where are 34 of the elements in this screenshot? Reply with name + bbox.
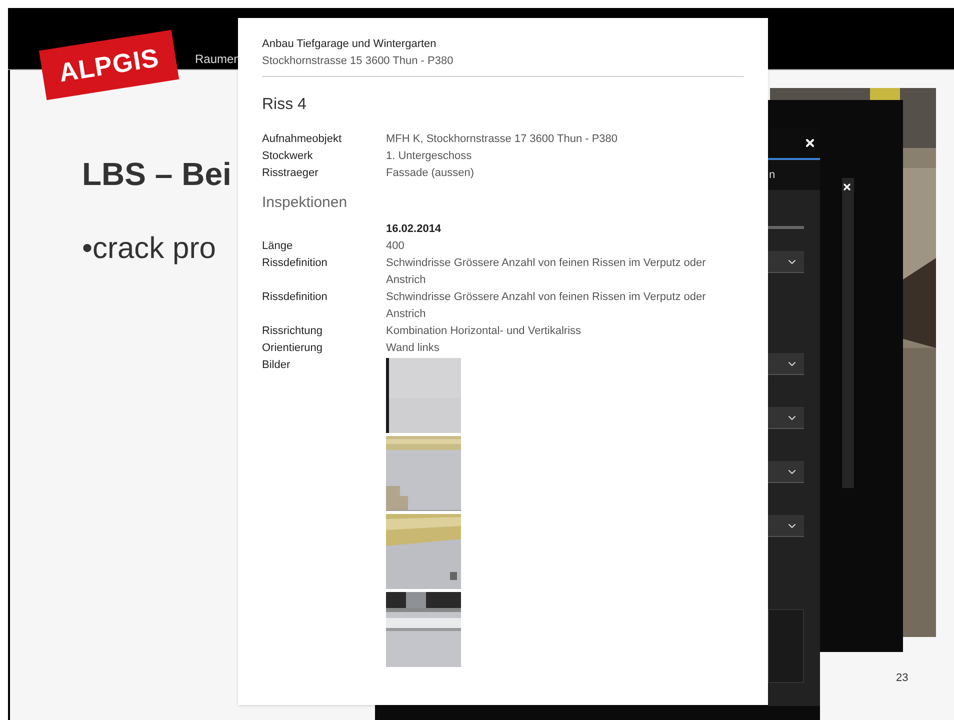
text-area[interactable] — [768, 609, 804, 683]
project-title: Anbau Tiefgarage und Wintergarten — [262, 37, 438, 52]
field-label: Risstraeger — [262, 166, 320, 181]
field-label: Rissrichtung — [262, 324, 324, 338]
field-value: Schwindrisse Grössere Anzahl von feinen Rissen im Verputz oder Anstrich — [386, 256, 707, 288]
dropdown[interactable] — [768, 251, 804, 273]
tab[interactable]: n — [769, 166, 776, 184]
close-icon[interactable] — [842, 182, 852, 192]
page-number: 23 — [896, 671, 908, 686]
section-heading: Inspektionen — [262, 193, 348, 213]
project-address: Stockhornstrasse 15 3600 Thun - P380 — [262, 54, 454, 69]
slide-title: LBS – Bei — [82, 155, 232, 194]
inspection-date: 16.02.2014 — [386, 222, 442, 236]
dropdown[interactable] — [768, 353, 804, 375]
field-label: Rissdefinition — [262, 290, 328, 304]
field-value: Schwindrisse Grössere Anzahl von feinen Rissen im Verputz oder Anstrich — [386, 290, 707, 322]
field-label: Bilder — [262, 358, 292, 372]
dropdown[interactable] — [768, 461, 804, 483]
field-value: Kombination Horizontal- und Vertikalriss — [386, 324, 582, 338]
field-value: 400 — [386, 238, 406, 254]
field-value: 1. Untergeschoss — [386, 149, 473, 164]
dropdown[interactable] — [768, 407, 804, 429]
bullet-text: •crack pro — [82, 231, 216, 267]
report-title: Riss 4 — [262, 95, 308, 115]
close-icon[interactable] — [804, 137, 816, 149]
field-value: Wand links — [386, 340, 440, 356]
field-value: MFH K, Stockhornstrasse 17 3600 Thun - P380 — [386, 132, 619, 147]
field-value: Fassade (aussen) — [386, 166, 476, 181]
field-label: Rissdefinition — [262, 256, 328, 270]
field-label: Aufnahmeobjekt — [262, 132, 342, 147]
field-label: Orientierung — [262, 340, 324, 356]
dropdown[interactable] — [768, 515, 804, 537]
field-label: Stockwerk — [262, 149, 314, 164]
field-label: Länge — [262, 238, 294, 254]
